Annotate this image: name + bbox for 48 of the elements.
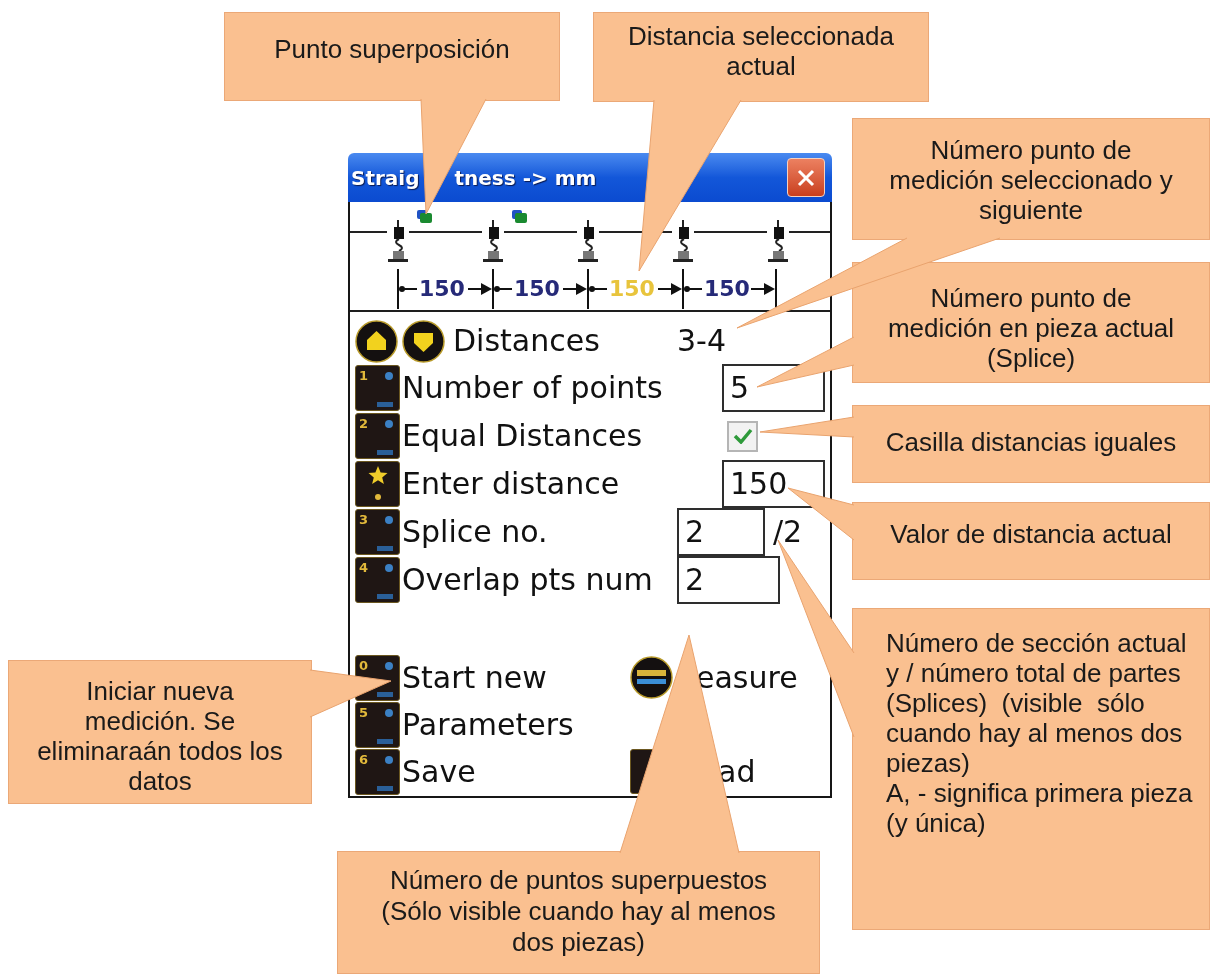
window-title: Straig (351, 167, 420, 188)
round-key-icon (630, 656, 673, 699)
setting-label: Splice no. (402, 517, 549, 547)
sensor-icon (481, 220, 504, 262)
callout: Distancia seleccionada actual (593, 12, 929, 102)
key-number: 0 (359, 658, 369, 675)
setting-label: Enter distance (402, 469, 621, 499)
action-label: Parameters (402, 709, 575, 740)
callout: Número punto de medición en pieza actual (Splice) (852, 262, 1210, 383)
key-symbol-icon (374, 513, 396, 551)
distance-label: 150 (514, 278, 560, 300)
setting-label: Number of points (402, 373, 664, 403)
key-symbol-icon (374, 417, 396, 455)
close-button[interactable] (787, 158, 825, 197)
input-field[interactable]: 150 (722, 460, 825, 508)
setting-label: Overlap pts num (402, 565, 654, 595)
key-number: 2 (359, 417, 369, 433)
input-field[interactable]: 2 (677, 556, 780, 604)
close-icon (797, 168, 815, 187)
action-label: ad (718, 756, 756, 787)
distance-label: 150 (704, 278, 750, 300)
callout: Número de sección actual y / número total de partes (Splices) (visible sólo cuando hay al menos dos piezas) A, - significa primera pieza (y única) (852, 608, 1210, 930)
key-number: 5 (359, 705, 369, 722)
distances-label: Distances (453, 326, 601, 356)
checkbox[interactable] (727, 420, 758, 452)
sensor-icon (386, 220, 409, 262)
action-label: Save (402, 756, 477, 787)
splice-total: /2 (773, 516, 803, 548)
window-title: tness -> mm (454, 167, 597, 188)
callout: Número punto de medición seleccionado y siguiente (852, 118, 1210, 240)
action-label: Start new (402, 662, 548, 693)
check-icon (732, 428, 753, 444)
callout: Valor de distancia actual (852, 502, 1210, 580)
distances-value: 3-4 (677, 326, 726, 356)
callout: Casilla distancias iguales (852, 405, 1210, 483)
input-field[interactable]: 2 (677, 508, 765, 556)
action-label: easure (696, 662, 798, 693)
key-symbol-icon (374, 369, 396, 407)
distance-label: 150 (609, 278, 655, 300)
distance-label: 150 (419, 278, 465, 300)
key-number: 3 (359, 513, 369, 529)
key-number: 1 (359, 369, 369, 385)
setting-label: Equal Distances (402, 421, 644, 451)
key-symbol-icon (374, 561, 396, 599)
star-icon (367, 466, 388, 500)
callout: Iniciar nueva medición. Se eliminaraán todos los datos (8, 660, 312, 804)
key-number: 6 (359, 752, 369, 769)
key-number: 4 (359, 561, 369, 577)
